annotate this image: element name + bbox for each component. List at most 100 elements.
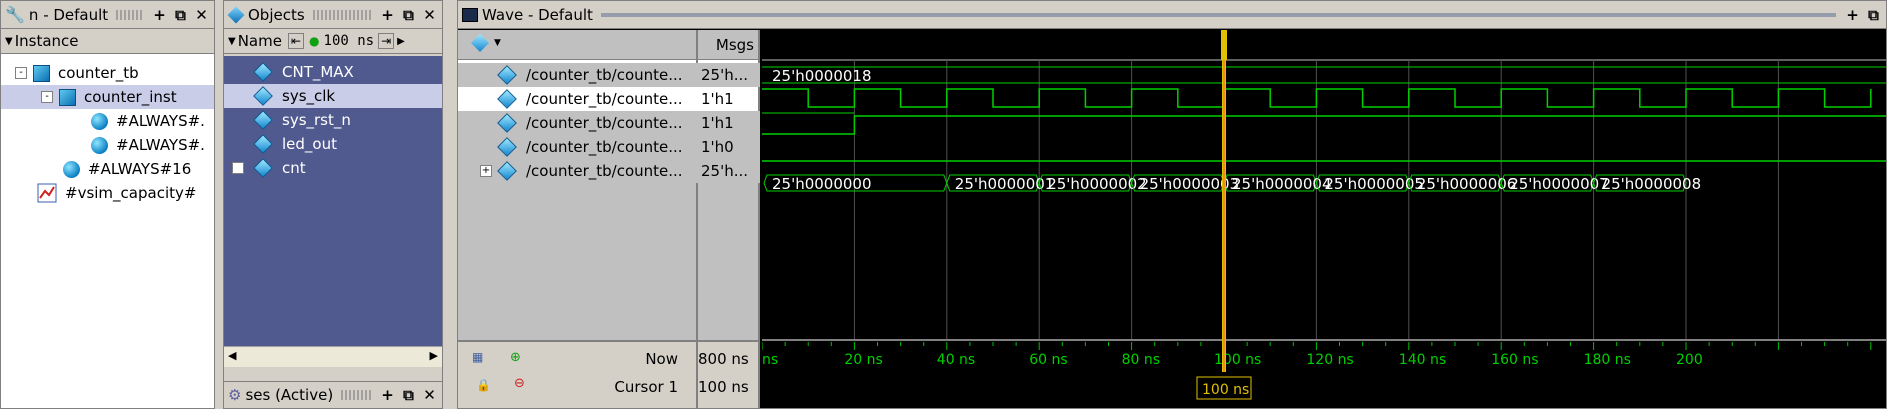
instance-titlebar[interactable]: 🔧 n - Default + ⧉ ✕ [1, 1, 214, 29]
cursor-value[interactable]: 100 ns [698, 378, 749, 396]
module-icon [33, 64, 50, 82]
values-filler [698, 183, 758, 340]
objects-titlebar[interactable]: Objects + ⧉ ✕ [224, 1, 442, 29]
signal-value: 1'h0 [698, 135, 760, 159]
object-item-sys-clk[interactable]: sys_clk [224, 84, 442, 108]
object-label: led_out [282, 135, 337, 153]
input-signal-icon [253, 110, 273, 130]
tree-item-label: #vsim_capacity# [65, 184, 197, 202]
tree-item-label: counter_inst [84, 88, 177, 106]
drag-grip[interactable] [600, 12, 1836, 17]
wave-pane-icon [462, 7, 478, 22]
tree-item-always-16[interactable]: #ALWAYS#16 [63, 157, 191, 181]
undock-icon[interactable]: ⧉ [1865, 6, 1882, 24]
parameter-icon [497, 65, 517, 85]
expand-toggle-icon[interactable]: + [480, 165, 492, 177]
object-label: sys_rst_n [282, 111, 351, 129]
undock-icon[interactable]: ⧉ [400, 6, 417, 24]
waveform-canvas[interactable]: 25'h000001825'h0000000 25'h000000125'h000… [761, 30, 1887, 409]
scroll-right-icon[interactable]: ▶ [397, 36, 405, 47]
drag-grip[interactable] [116, 9, 143, 20]
objects-pane-title: Objects [248, 5, 305, 24]
signal-name: /counter_tb/counte... [526, 114, 683, 132]
signal-group-icon[interactable] [470, 33, 490, 53]
time-tick-label: 200 [1676, 352, 1703, 368]
expand-toggle-icon[interactable]: + [232, 162, 244, 174]
processes-pane-icon: ⚙ [228, 386, 242, 404]
sort-arrow-icon[interactable]: ▼ [5, 36, 13, 47]
reset-wave [762, 115, 1886, 135]
lock-cursor-icon[interactable]: 🔒 [476, 378, 491, 392]
capacity-icon [37, 183, 57, 203]
signal-row[interactable]: /counter_tb/counte... [458, 63, 698, 87]
tree-item-label: #ALWAYS#. [116, 136, 205, 154]
time-tick-label: 80 ns [1122, 352, 1160, 368]
time-tick-label: 180 ns [1584, 352, 1631, 368]
object-item-sys-rst-n[interactable]: sys_rst_n [224, 108, 442, 132]
tree-item-always-1[interactable]: #ALWAYS#. [91, 109, 205, 133]
step-back-icon[interactable]: ⇤ [287, 33, 305, 49]
signal-name: /counter_tb/counte... [526, 138, 683, 156]
scroll-left-icon[interactable]: ◀ [228, 349, 236, 362]
signal-row[interactable]: /counter_tb/counte... [458, 111, 698, 135]
scroll-right-icon[interactable]: ▶ [430, 349, 438, 362]
time-tick-label: 60 ns [1029, 352, 1067, 368]
const-value-label: 25'h0000018 [772, 67, 872, 85]
instance-pane-icon: 🔧 [5, 5, 25, 24]
signal-name: /counter_tb/counte... [526, 162, 683, 180]
names-header: ▼ [458, 30, 696, 60]
processes-titlebar[interactable]: ⚙ ses (Active) + ⧉ ✕ [224, 381, 442, 408]
close-icon[interactable]: ✕ [421, 386, 438, 404]
signal-row[interactable]: /counter_tb/counte... [458, 87, 698, 111]
process-icon [91, 136, 108, 154]
close-icon[interactable]: ✕ [421, 6, 438, 24]
delete-cursor-icon[interactable]: ⊖ [514, 376, 525, 391]
input-signal-icon [497, 113, 517, 133]
now-value: 800 ns [698, 350, 749, 368]
signal-value: 25'h... [698, 159, 760, 183]
instance-pane-title: n - Default [28, 5, 109, 24]
instance-pane: 🔧 n - Default + ⧉ ✕ ▼ Instance - counter… [0, 0, 215, 409]
collapse-toggle-icon[interactable]: - [41, 91, 53, 103]
drag-grip[interactable] [312, 9, 371, 20]
sort-arrow-icon[interactable]: ▼ [228, 36, 236, 47]
signal-row[interactable]: + /counter_tb/counte... [458, 159, 698, 183]
tree-item-always-2[interactable]: #ALWAYS#. [91, 133, 205, 157]
object-item-cnt-max[interactable]: CNT_MAX [224, 60, 442, 84]
object-item-cnt[interactable]: + cnt [224, 156, 442, 180]
time-field[interactable]: 100 ns [324, 33, 375, 49]
tree-item-vsim-capacity[interactable]: #vsim_capacity# [37, 181, 196, 205]
step-icon[interactable]: ⇥ [378, 33, 395, 49]
waveform-area[interactable]: 25'h0000018 25'h0000000 25'h0000001 25'h000… [761, 30, 1887, 409]
instance-column-header[interactable]: ▼ Instance [1, 29, 214, 54]
undock-icon[interactable]: ⧉ [172, 6, 189, 24]
objects-column-header[interactable]: ▼ Name ⇤ ● 100 ns ⇥ ▶ [224, 29, 442, 54]
wave-titlebar[interactable]: Wave - Default + ⧉ [458, 1, 1886, 29]
drag-grip[interactable] [341, 390, 371, 400]
msgs-header: Msgs [698, 30, 758, 60]
add-pane-icon[interactable]: + [1844, 6, 1861, 24]
now-tools-icon[interactable]: ▦ [472, 350, 483, 364]
object-item-led-out[interactable]: led_out [224, 132, 442, 156]
undock-icon[interactable]: ⧉ [400, 386, 417, 404]
cnt-value-label: 25'h0000008 [1602, 175, 1702, 193]
objects-horizontal-scrollbar[interactable]: ◀ ▶ [224, 346, 442, 367]
run-icon[interactable]: ● [309, 34, 319, 48]
close-icon[interactable]: ✕ [193, 6, 210, 24]
instance-tree: - counter_tb - counter_inst #ALWAYS#. #A… [1, 56, 214, 408]
time-tick-label: 20 ns [844, 352, 882, 368]
add-pane-icon[interactable]: + [151, 6, 168, 24]
cursor-label: Cursor 1 [614, 378, 678, 396]
signal-row[interactable]: /counter_tb/counte... [458, 135, 698, 159]
parameter-icon [253, 62, 273, 82]
add-pane-icon[interactable]: + [379, 6, 396, 24]
signal-value: 1'h1 [698, 111, 760, 135]
add-cursor-icon[interactable]: ⊕ [510, 350, 521, 365]
tree-item-counter-inst[interactable]: - counter_inst [1, 85, 214, 109]
object-label: sys_clk [282, 87, 336, 105]
add-pane-icon[interactable]: + [379, 386, 396, 404]
collapse-toggle-icon[interactable]: - [15, 67, 27, 79]
time-tick-label: 120 ns [1306, 352, 1353, 368]
dropdown-arrow-icon[interactable]: ▼ [494, 38, 501, 48]
tree-item-counter-tb[interactable]: - counter_tb [15, 61, 139, 85]
